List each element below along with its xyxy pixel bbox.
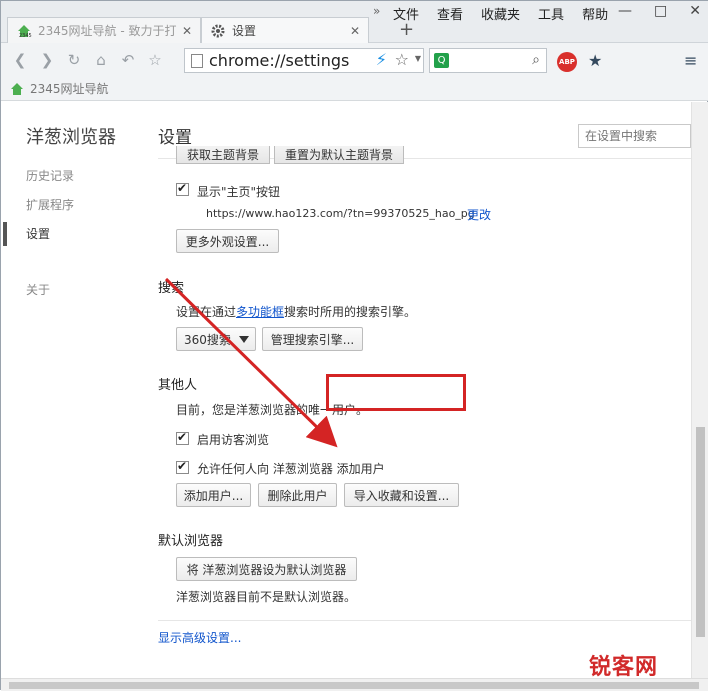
vertical-scrollbar[interactable] <box>691 102 708 678</box>
tab-title: 2345网址导航 - 致力于打 <box>38 24 177 38</box>
search-engine-icon[interactable]: Q <box>434 53 449 68</box>
scrollbar-thumb[interactable] <box>9 682 699 689</box>
svg-text:2345: 2345 <box>19 33 32 39</box>
window-controls: — □ ✕ <box>618 3 701 19</box>
adblock-icon[interactable]: ABP <box>557 52 577 72</box>
get-theme-button[interactable]: 获取主题背景 <box>176 146 270 164</box>
bookmarks-bar: 2345网址导航 <box>1 77 708 101</box>
change-home-link[interactable]: 更改 <box>467 206 491 223</box>
manage-search-engines-button[interactable]: 管理搜索引擎... <box>262 327 363 351</box>
allow-add-user-label: 允许任何人向 洋葱浏览器 添加用户 <box>197 462 385 476</box>
undo-icon[interactable]: ↶ <box>117 49 139 71</box>
lightning-icon[interactable]: ⚡ <box>376 50 387 69</box>
tab-overflow-icon[interactable]: » <box>373 4 380 18</box>
menu-favorites[interactable]: 收藏夹 <box>481 4 520 23</box>
toolbar: ❮ ❯ ↻ ⌂ ↶ ☆ chrome://settings ⚡ ☆ ▼ Q ⌕ … <box>1 43 708 77</box>
tab-strip: 2345 2345网址导航 - 致力于打 ✕ 设置 ✕ » + 文件 查看 收藏… <box>1 1 708 43</box>
sidebar-item-extensions[interactable]: 扩展程序 <box>26 196 74 213</box>
show-home-checkbox[interactable] <box>176 181 189 196</box>
more-appearance-button[interactable]: 更多外观设置... <box>176 229 279 253</box>
tab-2345[interactable]: 2345 2345网址导航 - 致力于打 ✕ <box>7 17 201 43</box>
tab-close-icon[interactable]: ✕ <box>350 24 360 38</box>
guest-browsing-label: 启用访客浏览 <box>197 433 270 447</box>
tab-close-icon[interactable]: ✕ <box>182 24 192 38</box>
import-bookmarks-button[interactable]: 导入收藏和设置... <box>344 483 459 507</box>
toolbar-search-box[interactable]: Q ⌕ <box>429 48 547 73</box>
tab-settings[interactable]: 设置 ✕ <box>201 17 369 43</box>
house-icon <box>11 82 23 95</box>
chevron-down-icon <box>239 336 249 343</box>
menu-help[interactable]: 帮助 <box>582 4 608 23</box>
guest-browsing-checkbox[interactable] <box>176 430 189 445</box>
minimize-button[interactable]: — <box>618 3 632 19</box>
default-browser-status: 洋葱浏览器目前不是默认浏览器。 <box>176 590 357 604</box>
watermark-text: 锐客网 <box>589 655 659 680</box>
active-indicator <box>3 222 7 246</box>
home-icon[interactable]: ⌂ <box>90 49 112 71</box>
search-desc-text: 搜索时所用的搜索引擎。 <box>284 305 417 319</box>
address-url[interactable]: chrome://settings <box>209 51 349 70</box>
menu-view[interactable]: 查看 <box>437 4 463 23</box>
search-engine-value: 360搜索 <box>184 332 231 347</box>
show-home-label: 显示"主页"按钮 <box>197 185 281 199</box>
chevron-down-icon[interactable]: ▼ <box>415 54 421 63</box>
allow-add-user-checkbox[interactable] <box>176 459 189 474</box>
sidebar-item-about[interactable]: 关于 <box>26 281 50 298</box>
annotation-highlight-box <box>326 374 466 411</box>
scrollbar-thumb[interactable] <box>696 427 705 637</box>
menu-tools[interactable]: 工具 <box>538 4 564 23</box>
sidebar-item-settings[interactable]: 设置 <box>26 225 50 242</box>
search-engine-select[interactable]: 360搜索 <box>176 327 256 351</box>
back-arrow-icon[interactable]: ❮ <box>9 49 31 71</box>
page-icon <box>191 53 203 68</box>
search-description: 设置在通过多功能框搜索时所用的搜索引擎。 <box>176 303 416 320</box>
house-icon: 2345 <box>18 24 32 39</box>
divider <box>158 620 691 621</box>
star-icon[interactable]: ☆ <box>395 50 409 69</box>
search-section-title: 搜索 <box>158 281 185 296</box>
reload-icon[interactable]: ↻ <box>63 49 85 71</box>
bookmark-item[interactable]: 2345网址导航 <box>30 80 109 97</box>
browser-window: 2345 2345网址导航 - 致力于打 ✕ 设置 ✕ » + 文件 查看 收藏… <box>0 0 708 691</box>
search-desc-text: 设置在通过 <box>176 305 237 319</box>
set-default-browser-button[interactable]: 将 洋葱浏览器设为默认浏览器 <box>176 557 357 581</box>
menu-bar: 文件 查看 收藏夹 工具 帮助 <box>393 4 626 23</box>
maximize-button[interactable]: □ <box>654 3 667 19</box>
omnibox-link[interactable]: 多功能框 <box>236 305 284 319</box>
default-browser-section-title: 默认浏览器 <box>158 534 224 549</box>
add-user-button[interactable]: 添加用户... <box>176 483 251 507</box>
bookmark-star-icon[interactable]: ☆ <box>144 49 166 71</box>
delete-user-button[interactable]: 删除此用户 <box>258 483 337 507</box>
forward-arrow-icon[interactable]: ❯ <box>36 49 58 71</box>
address-bar[interactable]: chrome://settings ⚡ ☆ ▼ <box>184 48 424 73</box>
page-title: 设置 <box>158 128 192 148</box>
gear-icon <box>211 24 225 37</box>
settings-search-input[interactable] <box>578 124 691 148</box>
people-section-title: 其他人 <box>158 378 198 393</box>
favorites-icon[interactable]: ★ <box>588 51 602 70</box>
home-url: https://www.hao123.com/?tn=99370525_hao_… <box>206 207 475 220</box>
search-icon[interactable]: ⌕ <box>532 52 540 68</box>
close-window-button[interactable]: ✕ <box>689 3 701 19</box>
menu-icon[interactable]: ≡ <box>684 51 697 70</box>
tab-title: 设置 <box>232 24 257 38</box>
reset-theme-button[interactable]: 重置为默认主题背景 <box>274 146 404 164</box>
show-advanced-link[interactable]: 显示高级设置... <box>158 629 241 646</box>
menu-file[interactable]: 文件 <box>393 4 419 23</box>
sidebar-brand: 洋葱浏览器 <box>26 127 116 148</box>
sidebar: 洋葱浏览器 历史记录 扩展程序 设置 关于 <box>1 102 141 678</box>
sidebar-item-history[interactable]: 历史记录 <box>26 167 74 184</box>
